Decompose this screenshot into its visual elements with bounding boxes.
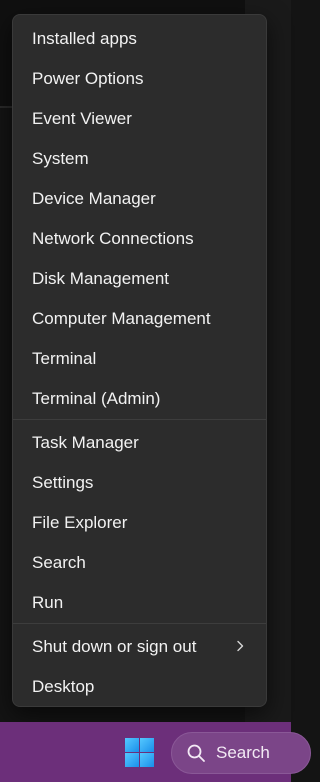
menu-item-label: Run <box>32 593 64 612</box>
menu-item-computer-management[interactable]: Computer Management <box>13 299 266 339</box>
menu-item-label: File Explorer <box>32 513 128 532</box>
menu-item-installed-apps[interactable]: Installed apps <box>13 19 266 59</box>
menu-item-terminal-admin[interactable]: Terminal (Admin) <box>13 379 266 419</box>
menu-item-event-viewer[interactable]: Event Viewer <box>13 99 266 139</box>
search-icon <box>187 744 205 762</box>
menu-item-label: Terminal (Admin) <box>32 389 161 408</box>
windows-logo-icon[interactable] <box>125 738 154 767</box>
menu-item-label: Search <box>32 553 86 572</box>
menu-separator <box>13 419 266 420</box>
menu-item-label: Desktop <box>32 677 95 696</box>
menu-item-label: Shut down or sign out <box>32 637 197 656</box>
menu-item-settings[interactable]: Settings <box>13 463 266 503</box>
menu-item-device-manager[interactable]: Device Manager <box>13 179 266 219</box>
windows-logo-tile <box>140 753 154 767</box>
menu-item-power-options[interactable]: Power Options <box>13 59 266 99</box>
menu-item-desktop[interactable]: Desktop <box>13 667 266 707</box>
menu-item-search[interactable]: Search <box>13 543 266 583</box>
background-window-edge <box>0 106 12 108</box>
menu-item-label: Event Viewer <box>32 109 132 128</box>
chevron-right-icon <box>237 640 244 652</box>
menu-item-label: Device Manager <box>32 189 156 208</box>
menu-item-task-manager[interactable]: Task Manager <box>13 423 266 463</box>
menu-separator <box>13 623 266 624</box>
menu-item-terminal[interactable]: Terminal <box>13 339 266 379</box>
menu-item-label: Settings <box>32 473 94 492</box>
windows-logo-tile <box>140 738 154 752</box>
menu-item-label: Task Manager <box>32 433 139 452</box>
taskbar-search-label: Search <box>216 743 270 762</box>
menu-item-label: Terminal <box>32 349 97 368</box>
menu-item-label: Network Connections <box>32 229 194 248</box>
quick-link-menu: Installed apps Power Options Event Viewe… <box>12 14 267 707</box>
menu-item-label: Installed apps <box>32 29 137 48</box>
menu-item-label: Computer Management <box>32 309 211 328</box>
windows-logo-tile <box>125 753 139 767</box>
menu-item-disk-management[interactable]: Disk Management <box>13 259 266 299</box>
menu-item-label: Disk Management <box>32 269 170 288</box>
menu-item-file-explorer[interactable]: File Explorer <box>13 503 266 543</box>
menu-item-run[interactable]: Run <box>13 583 266 623</box>
menu-item-label: System <box>32 149 89 168</box>
menu-item-system[interactable]: System <box>13 139 266 179</box>
taskbar-search-button[interactable]: Search <box>171 732 311 774</box>
menu-item-network-connections[interactable]: Network Connections <box>13 219 266 259</box>
windows-logo-tile <box>125 738 139 752</box>
menu-item-shut-down-or-sign-out[interactable]: Shut down or sign out <box>13 627 266 667</box>
menu-item-label: Power Options <box>32 69 144 88</box>
taskbar: Search <box>0 722 311 782</box>
